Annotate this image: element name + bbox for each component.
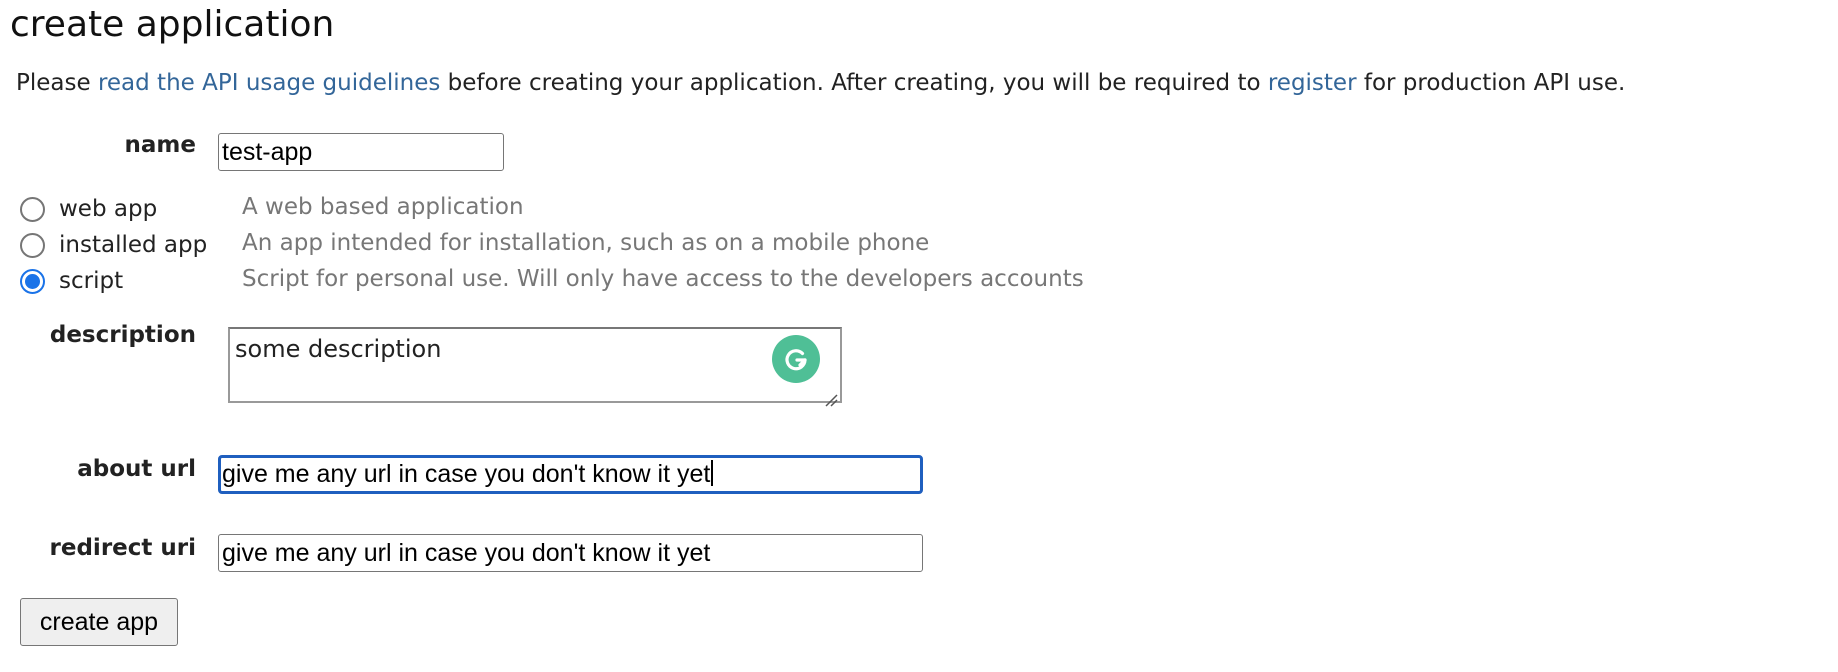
radio-web-app[interactable]: [20, 196, 45, 222]
radio-installed-app-label: installed app: [59, 232, 208, 258]
radio-option-web-app[interactable]: web app: [20, 194, 157, 224]
redirect-uri-label: redirect uri: [49, 535, 196, 561]
about-url-value: give me any url in case you don't know i…: [222, 460, 711, 488]
radio-script[interactable]: [20, 268, 45, 294]
description-textarea[interactable]: some description: [228, 327, 842, 407]
create-app-button[interactable]: create app: [20, 598, 178, 646]
intro-middle: before creating your application. After …: [440, 70, 1268, 96]
about-url-label: about url: [77, 456, 196, 482]
radio-web-app-label: web app: [59, 196, 158, 222]
intro-suffix: for production API use.: [1356, 70, 1626, 96]
redirect-uri-input[interactable]: give me any url in case you don't know i…: [218, 534, 923, 572]
about-url-input[interactable]: give me any url in case you don't know i…: [218, 455, 923, 494]
resize-grip-icon[interactable]: [824, 385, 838, 407]
description-text: some description: [235, 335, 442, 363]
radio-option-installed-app[interactable]: installed app: [20, 230, 207, 260]
name-input[interactable]: test-app: [218, 133, 504, 171]
register-link[interactable]: register: [1268, 70, 1357, 96]
name-label: name: [124, 132, 196, 158]
grammarly-icon[interactable]: [772, 335, 820, 383]
api-guidelines-link[interactable]: read the API usage guidelines: [98, 70, 440, 96]
radio-installed-app[interactable]: [20, 232, 45, 258]
script-description: Script for personal use. Will only have …: [242, 266, 1084, 292]
text-caret: [711, 460, 714, 486]
radio-script-label: script: [59, 268, 124, 294]
page-title: create application: [10, 4, 335, 45]
installed-app-description: An app intended for installation, such a…: [242, 230, 930, 256]
web-app-description: A web based application: [242, 194, 524, 220]
intro-prefix: Please: [16, 70, 98, 96]
description-label: description: [49, 322, 196, 348]
intro-text: Please read the API usage guidelines bef…: [16, 70, 1625, 96]
radio-option-script[interactable]: script: [20, 266, 123, 296]
